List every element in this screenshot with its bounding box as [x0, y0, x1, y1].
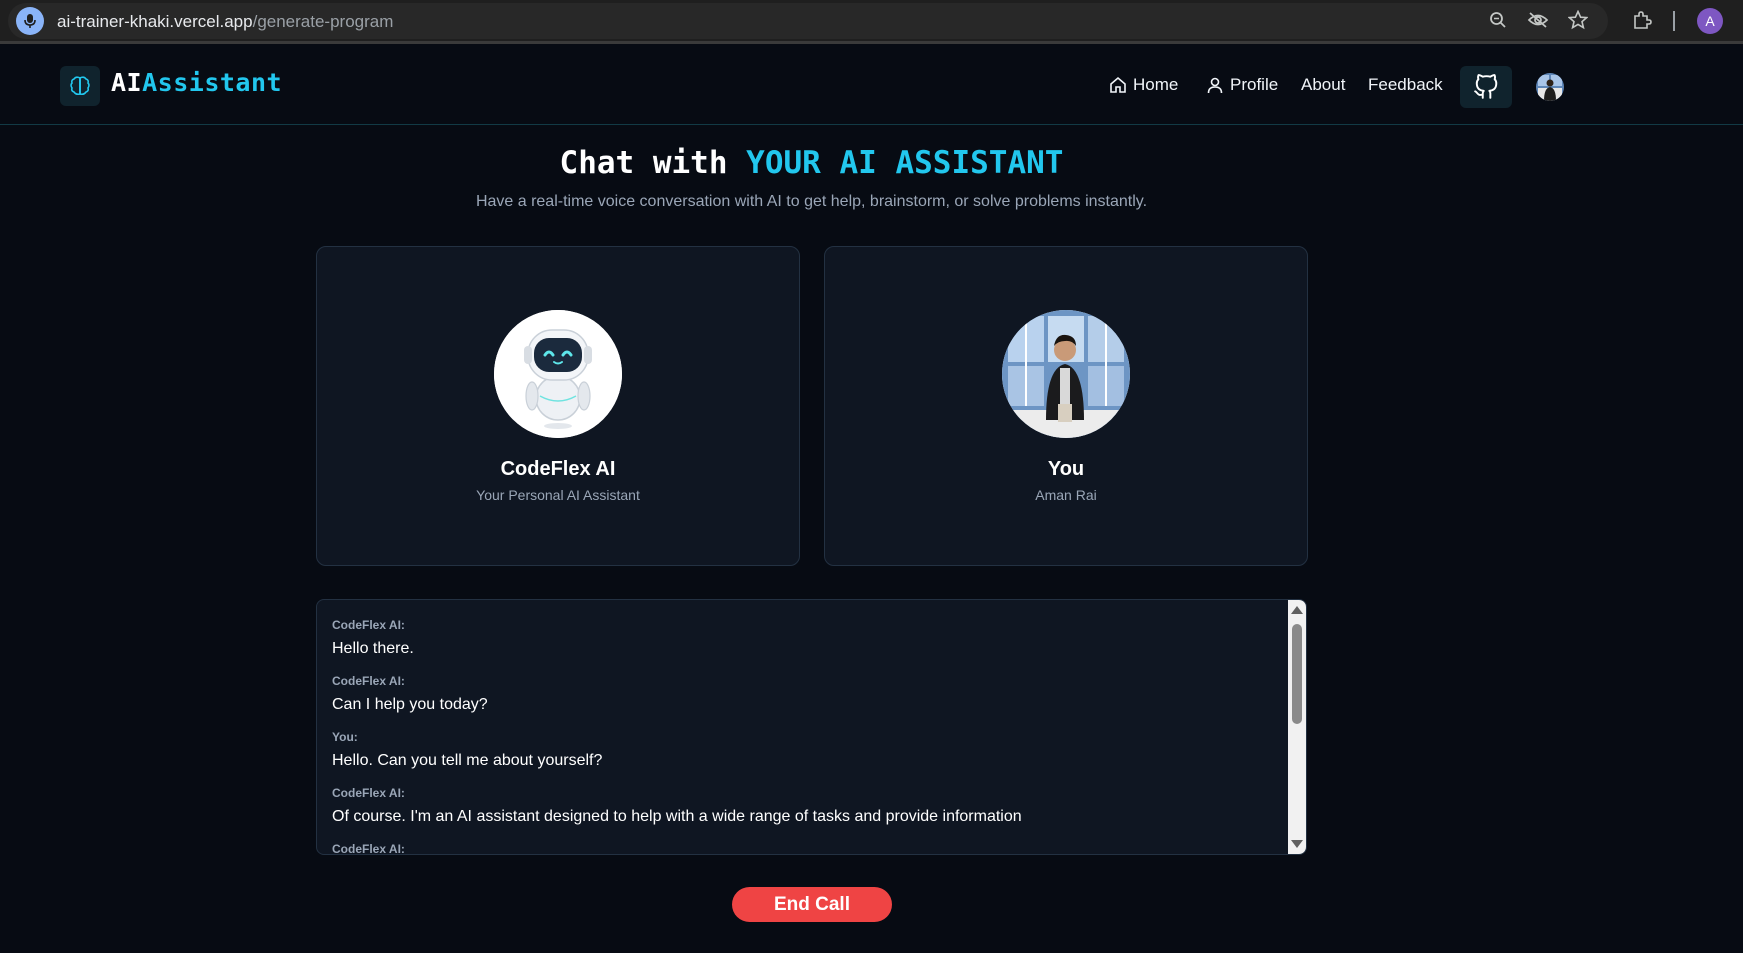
assistant-subtitle: Your Personal AI Assistant	[476, 487, 640, 503]
extensions-icon[interactable]	[1631, 9, 1653, 31]
scroll-up-arrow-icon[interactable]	[1291, 606, 1303, 614]
message-item: CodeFlex AI: Of course. I'm an AI assist…	[332, 786, 1272, 842]
message-speaker: CodeFlex AI:	[332, 786, 405, 800]
page-subtitle: Have a real-time voice conversation with…	[475, 193, 1148, 210]
logo-assistant: Assistant	[142, 68, 283, 97]
chat-transcript[interactable]: CodeFlex AI: Hello there. CodeFlex AI: C…	[316, 599, 1307, 855]
eye-off-icon[interactable]	[1527, 9, 1549, 31]
robot-avatar-icon	[494, 310, 622, 438]
nav-feedback-label: Feedback	[1368, 75, 1443, 94]
transcript-scrollbar[interactable]	[1288, 600, 1306, 854]
brain-icon[interactable]	[60, 66, 100, 106]
browser-toolbar: ai-trainer-khaki.vercel.app/generate-pro…	[0, 0, 1743, 44]
logo-text[interactable]: AIAssistant	[111, 68, 282, 97]
message-speaker: CodeFlex AI:	[332, 618, 405, 632]
message-list: CodeFlex AI: Hello there. CodeFlex AI: C…	[332, 618, 1272, 855]
message-item: You: Hello. Can you tell me about yourse…	[332, 730, 1272, 786]
nav-home[interactable]: Home	[1109, 75, 1178, 95]
github-icon	[1474, 74, 1498, 99]
nav-feedback[interactable]: Feedback	[1368, 75, 1443, 95]
message-speaker: CodeFlex AI:	[332, 842, 405, 855]
message-text: Hello. Can you tell me about yourself?	[332, 752, 603, 769]
github-button[interactable]	[1460, 66, 1512, 108]
message-item: CodeFlex AI: Can I help you today?	[332, 674, 1272, 730]
scroll-thumb[interactable]	[1292, 624, 1302, 724]
user-photo-avatar	[1002, 310, 1130, 438]
nav-home-label: Home	[1133, 75, 1179, 94]
url-text[interactable]: ai-trainer-khaki.vercel.app/generate-pro…	[57, 12, 393, 32]
nav-profile-label: Profile	[1230, 75, 1279, 94]
message-speaker: CodeFlex AI:	[332, 674, 405, 688]
assistant-name: CodeFlex AI	[500, 458, 616, 480]
message-text: Of course. I'm an AI assistant designed …	[332, 808, 1022, 825]
scroll-down-arrow-icon[interactable]	[1291, 840, 1303, 848]
user-card: You Aman Rai	[824, 246, 1308, 566]
user-subtitle: Aman Rai	[1035, 487, 1097, 503]
user-icon	[1207, 77, 1223, 94]
logo-ai: AI	[111, 68, 143, 97]
zoom-icon[interactable]	[1487, 9, 1509, 31]
user-avatar[interactable]	[1536, 73, 1564, 101]
message-text: Hello there.	[332, 640, 414, 657]
user-name: You	[1047, 458, 1085, 480]
home-icon	[1110, 76, 1126, 93]
page-title-highlight: YOUR AI ASSISTANT	[746, 145, 1064, 181]
nav-profile[interactable]: Profile	[1206, 75, 1278, 95]
nav-about[interactable]: About	[1301, 75, 1345, 95]
browser-profile-avatar[interactable]: A	[1697, 8, 1723, 34]
nav-about-label: About	[1301, 75, 1346, 94]
site-header: AIAssistant Home Profile About Feedback	[0, 47, 1743, 125]
message-item: CodeFlex AI: Hello there.	[332, 618, 1272, 674]
url-host: ai-trainer-khaki.vercel.app	[57, 12, 253, 31]
page-title-part1: Chat with	[559, 145, 747, 181]
star-icon[interactable]	[1567, 9, 1589, 31]
message-text: Can I help you today?	[332, 696, 488, 713]
message-speaker: You:	[332, 730, 358, 744]
assistant-card: CodeFlex AI Your Personal AI Assistant	[316, 246, 800, 566]
message-item: CodeFlex AI:	[332, 842, 1272, 855]
toolbar-separator	[1673, 11, 1675, 31]
mic-icon[interactable]	[16, 7, 44, 35]
address-bar[interactable]: ai-trainer-khaki.vercel.app/generate-pro…	[8, 3, 1608, 39]
page-title: Chat with YOUR AI ASSISTANT	[0, 145, 1623, 181]
url-path: /generate-program	[252, 12, 394, 31]
end-call-button[interactable]: End Call	[732, 887, 892, 922]
